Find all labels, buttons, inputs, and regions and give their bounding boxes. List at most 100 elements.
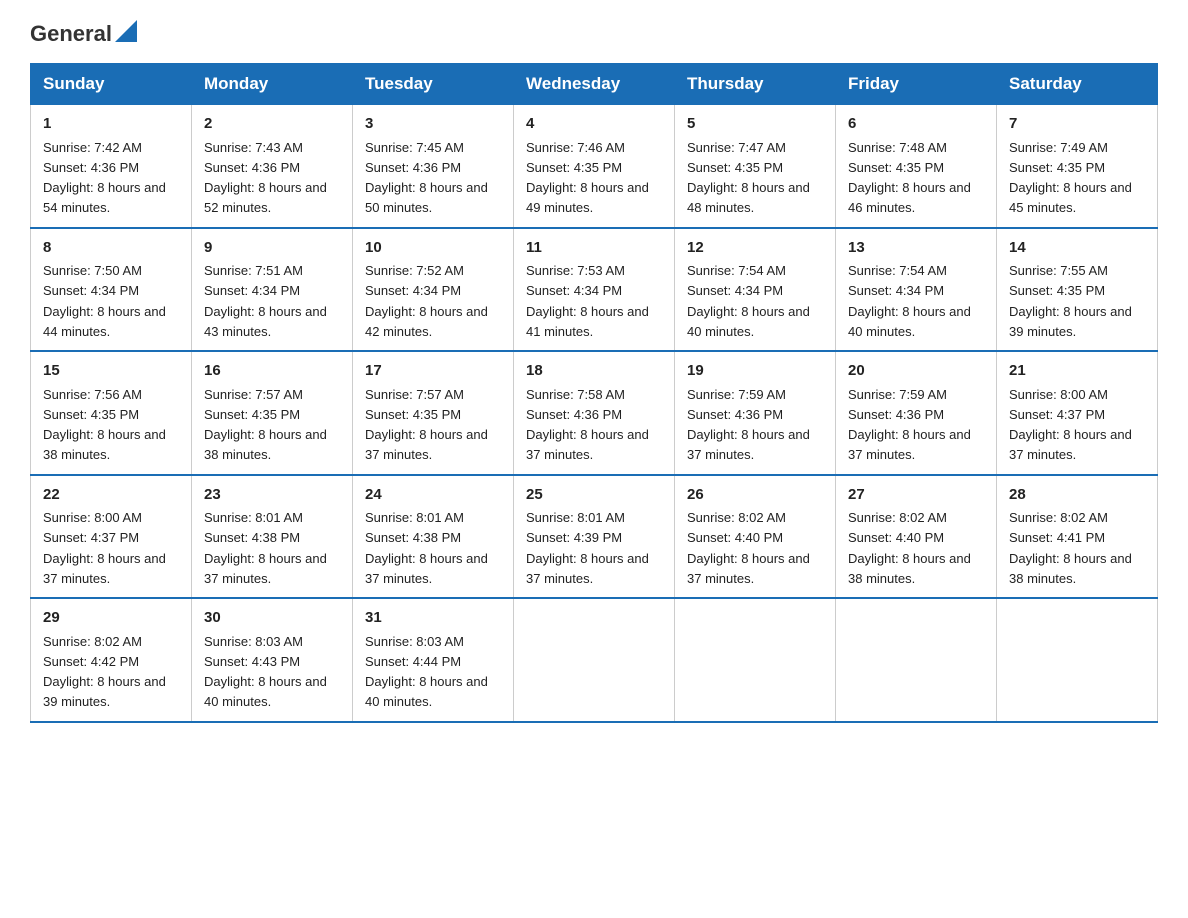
day-number: 6 xyxy=(848,113,984,136)
calendar-cell: 12 Sunrise: 7:54 AMSunset: 4:34 PMDaylig… xyxy=(675,228,836,352)
day-number: 11 xyxy=(526,237,662,260)
logo: General xyxy=(30,20,137,43)
day-info: Sunrise: 7:48 AMSunset: 4:35 PMDaylight:… xyxy=(848,140,971,216)
calendar-cell: 5 Sunrise: 7:47 AMSunset: 4:35 PMDayligh… xyxy=(675,105,836,228)
day-info: Sunrise: 7:45 AMSunset: 4:36 PMDaylight:… xyxy=(365,140,488,216)
day-number: 1 xyxy=(43,113,179,136)
day-number: 4 xyxy=(526,113,662,136)
calendar-cell: 29 Sunrise: 8:02 AMSunset: 4:42 PMDaylig… xyxy=(31,598,192,722)
calendar-week-row: 8 Sunrise: 7:50 AMSunset: 4:34 PMDayligh… xyxy=(31,228,1158,352)
calendar-cell: 25 Sunrise: 8:01 AMSunset: 4:39 PMDaylig… xyxy=(514,475,675,599)
calendar-cell: 26 Sunrise: 8:02 AMSunset: 4:40 PMDaylig… xyxy=(675,475,836,599)
calendar-cell: 18 Sunrise: 7:58 AMSunset: 4:36 PMDaylig… xyxy=(514,351,675,475)
calendar-cell xyxy=(997,598,1158,722)
day-number: 30 xyxy=(204,607,340,630)
day-number: 22 xyxy=(43,484,179,507)
calendar-cell: 28 Sunrise: 8:02 AMSunset: 4:41 PMDaylig… xyxy=(997,475,1158,599)
day-number: 27 xyxy=(848,484,984,507)
day-info: Sunrise: 7:53 AMSunset: 4:34 PMDaylight:… xyxy=(526,263,649,339)
calendar-cell: 6 Sunrise: 7:48 AMSunset: 4:35 PMDayligh… xyxy=(836,105,997,228)
calendar-cell xyxy=(675,598,836,722)
header-saturday: Saturday xyxy=(997,64,1158,105)
day-number: 14 xyxy=(1009,237,1145,260)
day-number: 13 xyxy=(848,237,984,260)
day-info: Sunrise: 8:03 AMSunset: 4:44 PMDaylight:… xyxy=(365,634,488,710)
logo-general: General xyxy=(30,21,112,47)
header-wednesday: Wednesday xyxy=(514,64,675,105)
calendar-cell xyxy=(836,598,997,722)
day-info: Sunrise: 7:59 AMSunset: 4:36 PMDaylight:… xyxy=(848,387,971,463)
calendar-header-row: SundayMondayTuesdayWednesdayThursdayFrid… xyxy=(31,64,1158,105)
logo-triangle-icon xyxy=(115,20,137,42)
calendar-week-row: 22 Sunrise: 8:00 AMSunset: 4:37 PMDaylig… xyxy=(31,475,1158,599)
calendar-cell: 22 Sunrise: 8:00 AMSunset: 4:37 PMDaylig… xyxy=(31,475,192,599)
page-header: General xyxy=(30,20,1158,43)
calendar-cell: 8 Sunrise: 7:50 AMSunset: 4:34 PMDayligh… xyxy=(31,228,192,352)
day-info: Sunrise: 7:46 AMSunset: 4:35 PMDaylight:… xyxy=(526,140,649,216)
day-info: Sunrise: 7:56 AMSunset: 4:35 PMDaylight:… xyxy=(43,387,166,463)
day-number: 10 xyxy=(365,237,501,260)
day-info: Sunrise: 7:54 AMSunset: 4:34 PMDaylight:… xyxy=(848,263,971,339)
day-number: 21 xyxy=(1009,360,1145,383)
header-friday: Friday xyxy=(836,64,997,105)
day-number: 24 xyxy=(365,484,501,507)
day-info: Sunrise: 8:02 AMSunset: 4:40 PMDaylight:… xyxy=(848,510,971,586)
day-number: 5 xyxy=(687,113,823,136)
day-info: Sunrise: 8:02 AMSunset: 4:40 PMDaylight:… xyxy=(687,510,810,586)
day-number: 15 xyxy=(43,360,179,383)
calendar-week-row: 15 Sunrise: 7:56 AMSunset: 4:35 PMDaylig… xyxy=(31,351,1158,475)
day-info: Sunrise: 7:55 AMSunset: 4:35 PMDaylight:… xyxy=(1009,263,1132,339)
calendar-cell: 10 Sunrise: 7:52 AMSunset: 4:34 PMDaylig… xyxy=(353,228,514,352)
calendar-cell: 14 Sunrise: 7:55 AMSunset: 4:35 PMDaylig… xyxy=(997,228,1158,352)
day-info: Sunrise: 7:58 AMSunset: 4:36 PMDaylight:… xyxy=(526,387,649,463)
calendar-cell: 1 Sunrise: 7:42 AMSunset: 4:36 PMDayligh… xyxy=(31,105,192,228)
day-number: 3 xyxy=(365,113,501,136)
day-number: 18 xyxy=(526,360,662,383)
day-info: Sunrise: 7:42 AMSunset: 4:36 PMDaylight:… xyxy=(43,140,166,216)
calendar-cell: 27 Sunrise: 8:02 AMSunset: 4:40 PMDaylig… xyxy=(836,475,997,599)
day-number: 29 xyxy=(43,607,179,630)
calendar-cell: 30 Sunrise: 8:03 AMSunset: 4:43 PMDaylig… xyxy=(192,598,353,722)
calendar-cell: 9 Sunrise: 7:51 AMSunset: 4:34 PMDayligh… xyxy=(192,228,353,352)
calendar-cell: 11 Sunrise: 7:53 AMSunset: 4:34 PMDaylig… xyxy=(514,228,675,352)
calendar-cell xyxy=(514,598,675,722)
day-number: 19 xyxy=(687,360,823,383)
day-number: 28 xyxy=(1009,484,1145,507)
day-info: Sunrise: 8:00 AMSunset: 4:37 PMDaylight:… xyxy=(1009,387,1132,463)
calendar-cell: 2 Sunrise: 7:43 AMSunset: 4:36 PMDayligh… xyxy=(192,105,353,228)
day-info: Sunrise: 7:50 AMSunset: 4:34 PMDaylight:… xyxy=(43,263,166,339)
calendar-week-row: 1 Sunrise: 7:42 AMSunset: 4:36 PMDayligh… xyxy=(31,105,1158,228)
day-number: 23 xyxy=(204,484,340,507)
day-number: 31 xyxy=(365,607,501,630)
day-info: Sunrise: 7:57 AMSunset: 4:35 PMDaylight:… xyxy=(204,387,327,463)
day-info: Sunrise: 8:02 AMSunset: 4:42 PMDaylight:… xyxy=(43,634,166,710)
calendar-cell: 24 Sunrise: 8:01 AMSunset: 4:38 PMDaylig… xyxy=(353,475,514,599)
day-info: Sunrise: 8:02 AMSunset: 4:41 PMDaylight:… xyxy=(1009,510,1132,586)
day-info: Sunrise: 7:54 AMSunset: 4:34 PMDaylight:… xyxy=(687,263,810,339)
header-monday: Monday xyxy=(192,64,353,105)
calendar-cell: 20 Sunrise: 7:59 AMSunset: 4:36 PMDaylig… xyxy=(836,351,997,475)
day-info: Sunrise: 7:57 AMSunset: 4:35 PMDaylight:… xyxy=(365,387,488,463)
calendar-cell: 15 Sunrise: 7:56 AMSunset: 4:35 PMDaylig… xyxy=(31,351,192,475)
day-info: Sunrise: 7:51 AMSunset: 4:34 PMDaylight:… xyxy=(204,263,327,339)
day-info: Sunrise: 8:01 AMSunset: 4:39 PMDaylight:… xyxy=(526,510,649,586)
day-info: Sunrise: 7:49 AMSunset: 4:35 PMDaylight:… xyxy=(1009,140,1132,216)
calendar-cell: 13 Sunrise: 7:54 AMSunset: 4:34 PMDaylig… xyxy=(836,228,997,352)
day-number: 9 xyxy=(204,237,340,260)
day-number: 20 xyxy=(848,360,984,383)
calendar-cell: 21 Sunrise: 8:00 AMSunset: 4:37 PMDaylig… xyxy=(997,351,1158,475)
calendar-cell: 7 Sunrise: 7:49 AMSunset: 4:35 PMDayligh… xyxy=(997,105,1158,228)
day-info: Sunrise: 7:47 AMSunset: 4:35 PMDaylight:… xyxy=(687,140,810,216)
calendar-cell: 4 Sunrise: 7:46 AMSunset: 4:35 PMDayligh… xyxy=(514,105,675,228)
calendar-cell: 31 Sunrise: 8:03 AMSunset: 4:44 PMDaylig… xyxy=(353,598,514,722)
day-number: 2 xyxy=(204,113,340,136)
day-number: 12 xyxy=(687,237,823,260)
header-thursday: Thursday xyxy=(675,64,836,105)
calendar-cell: 3 Sunrise: 7:45 AMSunset: 4:36 PMDayligh… xyxy=(353,105,514,228)
calendar-cell: 23 Sunrise: 8:01 AMSunset: 4:38 PMDaylig… xyxy=(192,475,353,599)
day-info: Sunrise: 8:00 AMSunset: 4:37 PMDaylight:… xyxy=(43,510,166,586)
day-number: 17 xyxy=(365,360,501,383)
day-info: Sunrise: 8:01 AMSunset: 4:38 PMDaylight:… xyxy=(365,510,488,586)
calendar-cell: 19 Sunrise: 7:59 AMSunset: 4:36 PMDaylig… xyxy=(675,351,836,475)
day-number: 8 xyxy=(43,237,179,260)
